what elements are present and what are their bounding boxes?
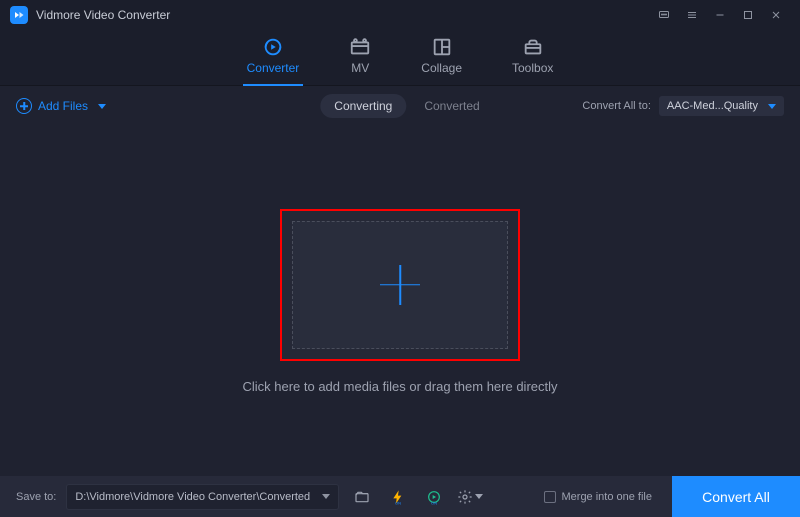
output-format-selector[interactable]: AAC-Med...Quality	[659, 96, 784, 116]
save-path-value: D:\Vidmore\Vidmore Video Converter\Conve…	[75, 491, 310, 503]
convert-all-to-label: Convert All to:	[582, 100, 650, 112]
highlight-box	[280, 209, 520, 361]
maximize-button[interactable]	[734, 0, 762, 30]
merge-label: Merge into one file	[562, 491, 653, 503]
main-nav: Converter MV Collage Toolbox	[0, 30, 800, 86]
main-area: Click here to add media files or drag th…	[0, 126, 800, 476]
tab-mv[interactable]: MV	[349, 37, 371, 79]
svg-text:ON: ON	[431, 500, 437, 505]
titlebar: Vidmore Video Converter	[0, 0, 800, 30]
save-path-selector[interactable]: D:\Vidmore\Vidmore Video Converter\Conve…	[66, 484, 339, 510]
sub-toolbar: Add Files Converting Converted Convert A…	[0, 86, 800, 126]
converting-tab[interactable]: Converting	[320, 94, 406, 118]
save-to-label: Save to:	[16, 491, 56, 503]
svg-text:ON: ON	[395, 500, 401, 505]
chevron-down-icon	[322, 494, 330, 499]
convert-all-button[interactable]: Convert All	[672, 476, 800, 517]
checkbox-icon	[544, 491, 556, 503]
open-folder-button[interactable]	[349, 484, 375, 510]
merge-checkbox[interactable]: Merge into one file	[544, 491, 653, 503]
chevron-down-icon	[768, 104, 776, 109]
mv-icon	[349, 37, 371, 57]
toolbox-icon	[522, 37, 544, 57]
tab-toolbox[interactable]: Toolbox	[512, 37, 553, 79]
gpu-accel-button[interactable]: ON	[385, 484, 411, 510]
chevron-down-icon	[475, 494, 483, 499]
menu-icon[interactable]	[678, 0, 706, 30]
tab-label: MV	[351, 61, 369, 75]
collage-icon	[431, 37, 453, 57]
tab-collage[interactable]: Collage	[421, 37, 462, 79]
add-files-button[interactable]: Add Files	[16, 98, 106, 114]
chevron-down-icon	[98, 104, 106, 109]
tab-label: Converter	[247, 61, 300, 75]
add-files-label: Add Files	[38, 99, 88, 113]
minimize-button[interactable]	[706, 0, 734, 30]
bottom-bar: Save to: D:\Vidmore\Vidmore Video Conver…	[0, 476, 800, 517]
tab-converter[interactable]: Converter	[247, 37, 300, 79]
plus-circle-icon	[16, 98, 32, 114]
tab-label: Toolbox	[512, 61, 553, 75]
feedback-icon[interactable]	[650, 0, 678, 30]
plus-icon	[380, 265, 420, 305]
drop-zone-wrap	[282, 211, 518, 359]
tab-label: Collage	[421, 61, 462, 75]
close-button[interactable]	[762, 0, 790, 30]
app-title: Vidmore Video Converter	[36, 8, 170, 22]
converter-icon	[262, 37, 284, 57]
output-format-value: AAC-Med...Quality	[667, 100, 758, 112]
converted-tab[interactable]: Converted	[424, 99, 479, 113]
high-speed-button[interactable]: ON	[421, 484, 447, 510]
settings-button[interactable]	[457, 484, 483, 510]
drop-hint-text: Click here to add media files or drag th…	[242, 379, 557, 394]
app-logo-icon	[10, 6, 28, 24]
drop-zone[interactable]	[292, 221, 508, 349]
